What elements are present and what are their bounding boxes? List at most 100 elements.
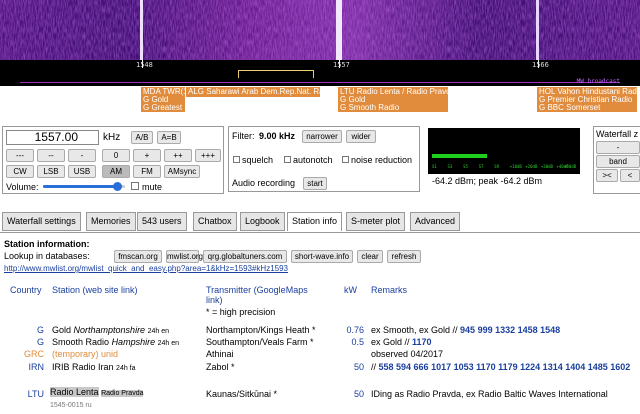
step-button[interactable]: ++ — [164, 149, 192, 162]
col-kw-header: kW — [344, 285, 357, 295]
row-kw: 0.76 — [346, 325, 364, 335]
mode-usb-button[interactable]: USB — [68, 165, 96, 178]
row-country: G — [36, 325, 44, 335]
a-eq-b-button[interactable]: A=B — [157, 131, 181, 144]
row-transmitter[interactable]: Northampton/Kings Heath * — [206, 325, 316, 335]
col-station-header: Station (web site link) — [52, 285, 138, 295]
mode-cw-button[interactable]: CW — [6, 165, 34, 178]
clear-button[interactable]: clear — [357, 250, 383, 263]
station-info-heading: Station information: — [4, 239, 90, 249]
row-region: Northamptonshire — [73, 325, 146, 335]
scale-label: 1548 — [136, 61, 153, 69]
step-button[interactable]: - — [68, 149, 96, 162]
station-label[interactable]: ALG Saharawi Arab Dem.Rep.Nat. Radio — [186, 87, 320, 97]
mode-am-button[interactable]: AM — [102, 165, 130, 178]
row-remark-freqs[interactable]: 558 594 666 1017 1053 1170 1179 1224 131… — [379, 362, 631, 372]
tab-station-info[interactable]: Station info — [287, 212, 343, 231]
step-button[interactable]: + — [133, 149, 161, 162]
row-kw: 50 — [353, 389, 364, 399]
band-button[interactable]: band — [596, 155, 640, 168]
mode-amsync-button[interactable]: AMsync — [164, 165, 200, 178]
tab-waterfall-settings[interactable]: Waterfall settings — [2, 212, 81, 231]
mode-lsb-button[interactable]: LSB — [37, 165, 65, 178]
row-region: Radio Pravda — [101, 390, 144, 397]
row-kw: 0.5 — [351, 337, 364, 347]
fmscan-button[interactable]: fmscan.org — [114, 250, 162, 263]
zoom-out-button[interactable]: - — [596, 141, 640, 154]
station-label[interactable]: MDA TWR(1 G Gold G Greatest H — [141, 87, 185, 112]
squelch-checkbox[interactable] — [233, 156, 240, 163]
table-row[interactable]: Gold Northamptonshire 24h en — [52, 325, 169, 335]
narrower-button[interactable]: narrower — [302, 130, 342, 143]
s-meter-scale-label: S7 — [478, 164, 484, 169]
tuner-panel: 1557.00 kHz A/B A=B --- -- - 0 + ++ +++ … — [2, 126, 224, 194]
row-transmitter[interactable]: Kaunas/Sitkūnai * — [206, 389, 277, 399]
s-meter-scale-label: S5 — [463, 164, 468, 169]
ab-button[interactable]: A/B — [131, 131, 153, 144]
globaltuners-button[interactable]: qrg.globaltuners.com — [203, 250, 287, 263]
zoom-center-button[interactable]: >< — [596, 169, 618, 182]
wider-button[interactable]: wider — [346, 130, 376, 143]
tab-s-meter-plot[interactable]: S-meter plot — [346, 212, 406, 231]
row-kw: 50 — [353, 362, 364, 372]
scale-label: 1557 — [333, 61, 350, 69]
step-button[interactable]: +++ — [195, 149, 221, 162]
row-station[interactable]: IRIB Radio Iran — [52, 362, 114, 372]
mwlist-button[interactable]: mwlist.org — [166, 250, 203, 263]
row-transmitter[interactable]: Zabol * — [206, 362, 235, 372]
waterfall-zoom-panel: Waterfall z - band >< < — [593, 126, 640, 194]
station-label[interactable]: LTU Radio Lenta / Radio Pravda G Gold G … — [338, 87, 448, 112]
passband-marker[interactable] — [238, 70, 314, 78]
row-transmitter[interactable]: Athinai — [206, 349, 234, 359]
refresh-button[interactable]: refresh — [387, 250, 421, 263]
table-row[interactable]: Smooth Radio Hampshire 24h en — [52, 337, 179, 347]
table-row[interactable]: IRIB Radio Iran 24h fa — [52, 362, 136, 372]
step-button[interactable]: 0 — [102, 149, 130, 162]
frequency-scale[interactable]: 1548 1557 1566 MW broadcast — [0, 60, 640, 86]
row-station[interactable]: Radio Lenta — [50, 387, 99, 397]
frequency-unit: kHz — [103, 132, 121, 143]
row-country: GRC — [24, 349, 44, 359]
waterfall-display[interactable] — [0, 0, 640, 60]
col-country-header: Country — [10, 285, 42, 295]
volume-fill — [43, 185, 117, 188]
mute-checkbox[interactable] — [131, 182, 139, 190]
tab-users[interactable]: 543 users — [137, 212, 187, 231]
row-hours: 24h en — [157, 340, 180, 347]
tab-memories[interactable]: Memories — [86, 212, 136, 231]
row-station[interactable]: (temporary) unid — [52, 349, 118, 359]
frequency-input[interactable]: 1557.00 — [6, 130, 99, 145]
filter-value: 9.00 kHz — [259, 131, 296, 141]
short-wave-info-button[interactable]: short-wave.info — [291, 250, 353, 263]
step-button[interactable]: -- — [37, 149, 65, 162]
noise-reduction-checkbox[interactable] — [342, 156, 349, 163]
record-start-button[interactable]: start — [303, 177, 327, 190]
pan-left-button[interactable]: < — [620, 169, 640, 182]
s-meter-scale-label: S3 — [447, 164, 453, 169]
lookup-link[interactable]: http://www.mwlist.org/mwlist_quick_and_e… — [4, 264, 288, 273]
mute-label: mute — [142, 182, 163, 192]
row-station[interactable]: Smooth Radio — [52, 337, 109, 347]
lookup-label: Lookup in databases: — [4, 251, 90, 261]
col-transmitter-header: Transmitter (GoogleMaps link) — [206, 285, 308, 305]
tab-logbook[interactable]: Logbook — [240, 212, 285, 231]
tab-advanced[interactable]: Advanced — [410, 212, 461, 231]
mode-fm-button[interactable]: FM — [133, 165, 161, 178]
row-transmitter[interactable]: Southampton/Veals Farm * — [206, 337, 314, 347]
station-label-line: G BBC Somerset — [539, 103, 601, 112]
row-country: LTU — [27, 389, 44, 399]
row-remark-freqs[interactable]: 945 999 1332 1458 1548 — [460, 325, 560, 335]
volume-handle[interactable] — [112, 182, 122, 191]
step-button[interactable]: --- — [6, 149, 34, 162]
noise-reduction-label: noise reduction — [351, 155, 413, 165]
tab-chatbox[interactable]: Chatbox — [193, 212, 237, 231]
band-line — [20, 82, 620, 83]
squelch-label: squelch — [242, 155, 274, 165]
station-label[interactable]: HOL Vahon Hindustani Radio G Premier Chr… — [537, 87, 637, 112]
autonotch-checkbox[interactable] — [284, 156, 291, 163]
row-remark-freqs[interactable]: 1170 — [412, 337, 432, 347]
row-station[interactable]: Gold — [52, 325, 71, 335]
volume-slider[interactable] — [43, 182, 125, 191]
station-label-line: G Greatest H — [143, 103, 185, 112]
table-row[interactable]: Radio Lenta Radio Pravda 1545-0015 ru — [50, 387, 158, 411]
